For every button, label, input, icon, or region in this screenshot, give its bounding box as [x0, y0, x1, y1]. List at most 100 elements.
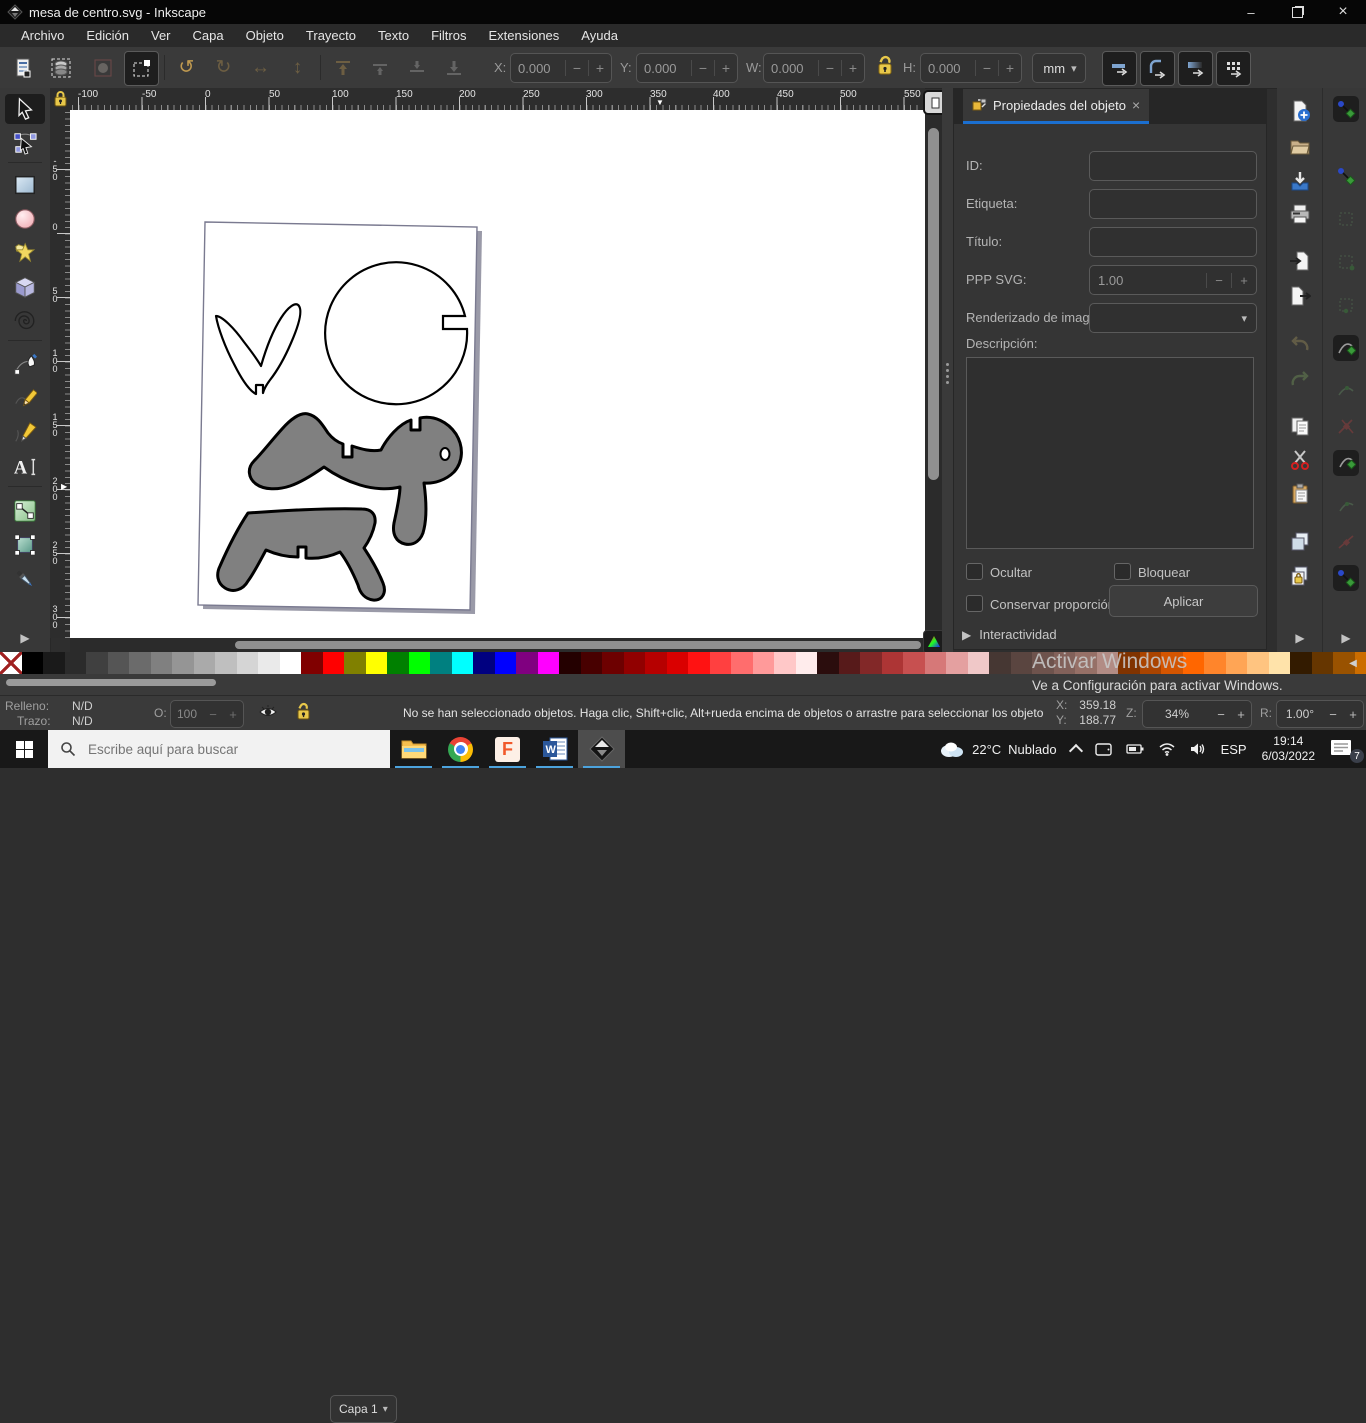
- palette-swatch-ff852b[interactable]: [1204, 652, 1226, 674]
- palette-swatch-2b2b2b[interactable]: [65, 652, 87, 674]
- zoom-decrement[interactable]: −: [1211, 707, 1231, 722]
- close-button[interactable]: ×: [1320, 0, 1366, 24]
- palette-swatch-ff1212[interactable]: [688, 652, 710, 674]
- menu-item-trayecto[interactable]: Trayecto: [295, 25, 367, 46]
- ppp-decrement-button[interactable]: −: [1206, 273, 1231, 288]
- dock-resize-handle[interactable]: [942, 88, 953, 652]
- flip-horizontal-button[interactable]: ↔: [244, 51, 277, 84]
- battery-icon[interactable]: [1119, 730, 1151, 768]
- scale-pattern-toggle[interactable]: [1216, 51, 1251, 86]
- palette-swatch-331b00[interactable]: [1290, 652, 1312, 674]
- palette-swatch-800000[interactable]: [301, 652, 323, 674]
- x-decrement-button[interactable]: −: [565, 60, 588, 76]
- height-field[interactable]: 0.000 − +: [920, 53, 1022, 83]
- palette-swatch-bfbfbf[interactable]: [215, 652, 237, 674]
- palette-swatch-e4a0a0[interactable]: [946, 652, 968, 674]
- pen-tool[interactable]: [10, 350, 40, 380]
- select-all-button[interactable]: [6, 51, 39, 84]
- gradient-tool[interactable]: [10, 530, 40, 560]
- horizontal-scrollbar[interactable]: [70, 638, 925, 652]
- palette-swatch-240000[interactable]: [559, 652, 581, 674]
- relleno-value[interactable]: N/D: [72, 699, 93, 713]
- palette-swatch-ff4040[interactable]: [710, 652, 732, 674]
- commands-bar-expand-button[interactable]: ▶: [1287, 625, 1313, 651]
- horizontal-scrollbar-thumb[interactable]: [235, 641, 921, 649]
- palette-swatch-1a1a1a[interactable]: [43, 652, 65, 674]
- restore-button[interactable]: [1274, 0, 1320, 24]
- palette-swatch-d5d5d5[interactable]: [237, 652, 259, 674]
- palette-swatch-ffc8c8[interactable]: [774, 652, 796, 674]
- node-tool[interactable]: [10, 128, 40, 158]
- zoom-increment[interactable]: +: [1231, 707, 1251, 722]
- flip-vertical-button[interactable]: ↕: [281, 51, 314, 84]
- taskbar-chrome[interactable]: [437, 730, 484, 768]
- layer-select[interactable]: Capa 1 ▾: [330, 1395, 397, 1423]
- palette-swatch-00ff00[interactable]: [409, 652, 431, 674]
- opacity-spinner[interactable]: 100 − +: [170, 700, 244, 728]
- ellipse-tool[interactable]: [10, 204, 40, 234]
- taskbar-fusion360[interactable]: F: [484, 730, 531, 768]
- palette-swatch-ffecec[interactable]: [796, 652, 818, 674]
- rotation-spinner[interactable]: 1.00° − +: [1276, 700, 1364, 728]
- box3d-tool[interactable]: [10, 272, 40, 302]
- menu-item-edicion[interactable]: Edición: [75, 25, 140, 46]
- snap-enable-toggle[interactable]: [1333, 96, 1359, 122]
- weather-widget[interactable]: 22°C Nublado: [932, 730, 1063, 768]
- taskbar-inkscape[interactable]: [578, 730, 625, 768]
- interactividad-expander[interactable]: ▶ Interactividad: [962, 627, 1057, 642]
- lower-to-bottom-button[interactable]: [437, 51, 470, 84]
- rotate-ccw-button[interactable]: ↺: [170, 51, 203, 84]
- h-increment-button[interactable]: +: [998, 60, 1021, 76]
- palette-swatch-808000[interactable]: [344, 652, 366, 674]
- palette-swatch-ffffff[interactable]: [280, 652, 302, 674]
- horizontal-ruler[interactable]: ▼ -100-500501001502002503003504004505005…: [70, 88, 925, 110]
- menu-item-objeto[interactable]: Objeto: [235, 25, 295, 46]
- palette-swatch-ffff00[interactable]: [366, 652, 388, 674]
- open-document-button[interactable]: [1287, 133, 1313, 159]
- tab-object-properties[interactable]: Propiedades del objeto ×: [963, 89, 1149, 124]
- x-increment-button[interactable]: +: [588, 60, 611, 76]
- width-field[interactable]: 0.000 − +: [763, 53, 865, 83]
- lock-ratio-icon[interactable]: [876, 55, 894, 80]
- palette-swatch-ffe3aa[interactable]: [1269, 652, 1291, 674]
- palette-swatch-none[interactable]: [0, 652, 22, 674]
- taskbar-search[interactable]: [48, 730, 390, 768]
- palette-swatch-da0000[interactable]: [667, 652, 689, 674]
- palette-swatch-480000[interactable]: [581, 652, 603, 674]
- rotation-decrement[interactable]: −: [1323, 707, 1343, 722]
- snap-line-midpoints-toggle[interactable]: [1333, 529, 1359, 555]
- snap-edge-midpoints-toggle[interactable]: [1333, 292, 1359, 318]
- scale-gradient-toggle[interactable]: [1178, 51, 1213, 86]
- menu-item-ayuda[interactable]: Ayuda: [570, 25, 629, 46]
- palette-swatch-c75050[interactable]: [903, 652, 925, 674]
- palette-swatch-aaaaaa[interactable]: [194, 652, 216, 674]
- toolbox-expand-button[interactable]: ▶: [10, 623, 40, 653]
- deselect-button[interactable]: [86, 51, 119, 84]
- scale-corners-toggle[interactable]: [1140, 51, 1175, 86]
- tab-close-icon[interactable]: ×: [1132, 97, 1140, 113]
- paste-button[interactable]: [1287, 481, 1313, 507]
- palette-swatch-959595[interactable]: [172, 652, 194, 674]
- palette-swatch-000080[interactable]: [473, 652, 495, 674]
- palette-swatch-404040[interactable]: [86, 652, 108, 674]
- menu-item-capa[interactable]: Capa: [182, 25, 235, 46]
- palette-swatch-910000[interactable]: [624, 652, 646, 674]
- snap-bbox-toggle[interactable]: [1333, 163, 1359, 189]
- palette-swatch-800080[interactable]: [516, 652, 538, 674]
- snap-cusp-nodes-toggle[interactable]: [1333, 450, 1359, 476]
- volume-icon[interactable]: [1183, 730, 1214, 768]
- ocultar-checkbox[interactable]: Ocultar: [966, 563, 1032, 580]
- star-tool[interactable]: [10, 238, 40, 268]
- snap-nodes-toggle[interactable]: [1333, 335, 1359, 361]
- vertical-ruler[interactable]: ▶ -50050100150200250300: [50, 110, 70, 638]
- palette-prev-arrow[interactable]: ◀: [1344, 654, 1362, 673]
- titulo-input[interactable]: [1089, 227, 1257, 257]
- palette-swatch-463733[interactable]: [989, 652, 1011, 674]
- ppp-increment-button[interactable]: +: [1231, 273, 1256, 288]
- descripcion-textarea[interactable]: [966, 357, 1254, 549]
- snap-bar-expand-button[interactable]: ▶: [1333, 625, 1359, 651]
- palette-scrollbar[interactable]: [6, 679, 216, 686]
- raise-button[interactable]: [363, 51, 396, 84]
- menu-item-extensiones[interactable]: Extensiones: [477, 25, 570, 46]
- pencil-tool[interactable]: [10, 384, 40, 414]
